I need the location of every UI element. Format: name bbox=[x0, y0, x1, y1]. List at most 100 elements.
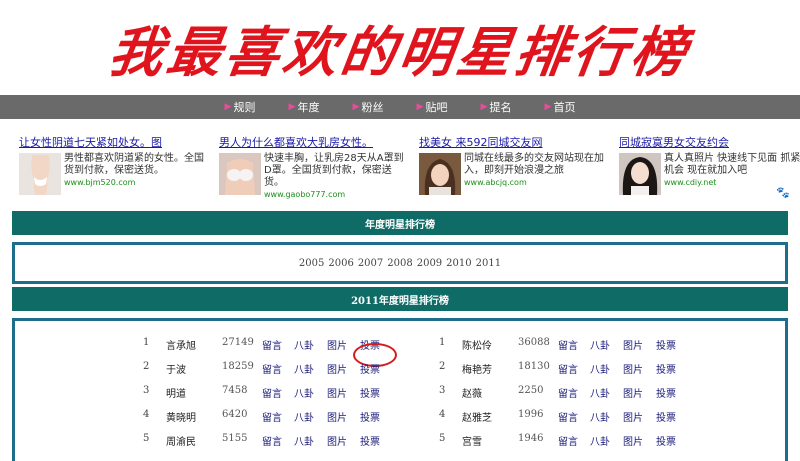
message-link[interactable]: 留言 bbox=[558, 337, 578, 352]
nav-label: 贴吧 bbox=[425, 101, 448, 114]
photos-link[interactable]: 图片 bbox=[623, 337, 643, 352]
main-nav: ▶ 规则 ▶ 年度 ▶ 粉丝 ▶ 贴吧 ▶ 提名 ▶ 首页 bbox=[0, 95, 800, 119]
year-link-2011[interactable]: 2011 bbox=[476, 258, 501, 269]
photos-link[interactable]: 图片 bbox=[327, 409, 347, 424]
star-name: 言承旭 bbox=[166, 341, 196, 352]
gossip-link[interactable]: 八卦 bbox=[294, 433, 314, 448]
ad-strip: 让女性阴道七天紧如处女。图 男性都喜欢阴道紧的女性。全国货到付款，保密送货。 w… bbox=[0, 134, 800, 199]
banner-title: 我最喜欢的明星排行榜 bbox=[104, 19, 694, 84]
ad-description: 真人真照片 快速线下见面 抓紧机会 现在就加入吧 bbox=[664, 153, 800, 176]
nav-item-home[interactable]: ▶ 首页 bbox=[528, 99, 592, 115]
gossip-link[interactable]: 八卦 bbox=[590, 385, 610, 400]
year-link-2005[interactable]: 2005 bbox=[299, 258, 324, 269]
ad-title-link[interactable]: 男人为什么都喜欢大乳房女性。 bbox=[219, 134, 409, 150]
vote-link[interactable]: 投票 bbox=[360, 433, 380, 448]
ad-unit[interactable]: 男人为什么都喜欢大乳房女性。 快速丰胸，让乳房28天从A罩到D罩。全国货到付款，… bbox=[219, 134, 409, 199]
rank-number: 3 bbox=[143, 385, 150, 396]
year-link-2006[interactable]: 2006 bbox=[328, 258, 353, 269]
message-link[interactable]: 留言 bbox=[558, 385, 578, 400]
ranking-column-right: 1 陈松伶 36088 留言 八卦 图片 投票 2 梅艳芳 18130 留言 八卦 图片 投票 3 赵薇 225… bbox=[439, 331, 739, 451]
gossip-link[interactable]: 八卦 bbox=[590, 409, 610, 424]
photos-link[interactable]: 图片 bbox=[623, 409, 643, 424]
gossip-link[interactable]: 八卦 bbox=[590, 433, 610, 448]
vote-link[interactable]: 投票 bbox=[353, 337, 397, 367]
message-link[interactable]: 留言 bbox=[558, 409, 578, 424]
photos-link[interactable]: 图片 bbox=[623, 433, 643, 448]
star-name: 周渝民 bbox=[166, 437, 196, 448]
photos-link[interactable]: 图片 bbox=[327, 337, 347, 352]
ad-thumbnail-image[interactable] bbox=[619, 153, 661, 195]
ranking-row: 3 明道 7458 留言 八卦 图片 投票 bbox=[143, 379, 443, 403]
message-link[interactable]: 留言 bbox=[262, 361, 282, 376]
ranking-row: 3 赵薇 2250 留言 八卦 图片 投票 bbox=[439, 379, 739, 403]
nav-label: 年度 bbox=[297, 101, 320, 114]
year-link-2009[interactable]: 2009 bbox=[417, 258, 442, 269]
nav-label: 粉丝 bbox=[361, 101, 384, 114]
nav-item-annual[interactable]: ▶ 年度 bbox=[272, 99, 336, 115]
gossip-link[interactable]: 八卦 bbox=[294, 385, 314, 400]
photos-link[interactable]: 图片 bbox=[327, 385, 347, 400]
site-banner: 我最喜欢的明星排行榜 bbox=[0, 0, 800, 94]
ad-title-link[interactable]: 让女性阴道七天紧如处女。图 bbox=[19, 134, 209, 150]
message-link[interactable]: 留言 bbox=[262, 409, 282, 424]
gossip-link[interactable]: 八卦 bbox=[590, 361, 610, 376]
message-link[interactable]: 留言 bbox=[262, 385, 282, 400]
ad-thumbnail-image[interactable] bbox=[19, 153, 61, 195]
star-name: 明道 bbox=[166, 389, 186, 400]
message-link[interactable]: 留言 bbox=[558, 433, 578, 448]
year-link-2008[interactable]: 2008 bbox=[387, 258, 412, 269]
vote-count: 2250 bbox=[518, 385, 544, 396]
arrow-icon: ▶ bbox=[544, 102, 552, 112]
ad-title-link[interactable]: 同城寂寞男女交友约会 bbox=[619, 134, 800, 150]
nav-item-nominate[interactable]: ▶ 提名 bbox=[464, 99, 528, 115]
nav-item-fans[interactable]: ▶ 粉丝 bbox=[336, 99, 400, 115]
message-link[interactable]: 留言 bbox=[262, 433, 282, 448]
rank-number: 1 bbox=[439, 337, 446, 348]
photos-link[interactable]: 图片 bbox=[623, 361, 643, 376]
ad-thumbnail-image[interactable] bbox=[219, 153, 261, 195]
photos-link[interactable]: 图片 bbox=[327, 433, 347, 448]
photos-link[interactable]: 图片 bbox=[623, 385, 643, 400]
ad-title-link[interactable]: 找美女 来592同城交友网 bbox=[419, 134, 609, 150]
vote-link[interactable]: 投票 bbox=[656, 385, 676, 400]
year-link-2007[interactable]: 2007 bbox=[358, 258, 383, 269]
message-link[interactable]: 留言 bbox=[262, 337, 282, 352]
vote-count: 1996 bbox=[518, 409, 544, 420]
vote-link[interactable]: 投票 bbox=[656, 361, 676, 376]
message-link[interactable]: 留言 bbox=[558, 361, 578, 376]
nav-item-forum[interactable]: ▶ 贴吧 bbox=[400, 99, 464, 115]
ranking-row: 2 梅艳芳 18130 留言 八卦 图片 投票 bbox=[439, 355, 739, 379]
vote-link[interactable]: 投票 bbox=[656, 409, 676, 424]
ranking-row: 2 于波 18259 留言 八卦 图片 投票 bbox=[143, 355, 443, 379]
paw-icon[interactable]: 🐾 bbox=[776, 186, 790, 199]
ranking-row: 1 陈松伶 36088 留言 八卦 图片 投票 bbox=[439, 331, 739, 355]
vote-link[interactable]: 投票 bbox=[656, 433, 676, 448]
ad-url[interactable]: www.abcjq.com bbox=[464, 178, 609, 187]
gossip-link[interactable]: 八卦 bbox=[590, 337, 610, 352]
rank-number: 1 bbox=[143, 337, 150, 348]
nav-label: 首页 bbox=[553, 101, 576, 114]
vote-count: 18130 bbox=[518, 361, 550, 372]
vote-link[interactable]: 投票 bbox=[656, 337, 676, 352]
gossip-link[interactable]: 八卦 bbox=[294, 361, 314, 376]
rank-number: 4 bbox=[439, 409, 446, 420]
ad-unit[interactable]: 让女性阴道七天紧如处女。图 男性都喜欢阴道紧的女性。全国货到付款，保密送货。 w… bbox=[19, 134, 209, 196]
gossip-link[interactable]: 八卦 bbox=[294, 337, 314, 352]
year-links: 2005 2006 2007 2008 2009 2010 2011 bbox=[15, 245, 785, 281]
ad-unit[interactable]: 找美女 来592同城交友网 同城在线最多的交友网站现在加入，即刻开始浪漫之旅 w… bbox=[419, 134, 609, 196]
year-link-2010[interactable]: 2010 bbox=[446, 258, 471, 269]
vote-link[interactable]: 投票 bbox=[360, 409, 380, 424]
photos-link[interactable]: 图片 bbox=[327, 361, 347, 376]
arrow-icon: ▶ bbox=[352, 102, 360, 112]
annual-ranking-header: 年度明星排行榜 bbox=[12, 211, 788, 235]
vote-link[interactable]: 投票 bbox=[360, 385, 380, 400]
vote-link[interactable]: 投票 bbox=[360, 361, 380, 376]
nav-item-rules[interactable]: ▶ 规则 bbox=[208, 99, 272, 115]
ad-description: 男性都喜欢阴道紧的女性。全国货到付款，保密送货。 bbox=[64, 153, 204, 176]
ad-url[interactable]: www.gaobo777.com bbox=[264, 190, 409, 199]
ad-url[interactable]: www.bjm520.com bbox=[64, 178, 209, 187]
ad-unit[interactable]: 同城寂寞男女交友约会 真人真照片 快速线下见面 抓紧机会 现在就加入吧 www.… bbox=[619, 134, 800, 196]
ad-thumbnail-image[interactable] bbox=[419, 153, 461, 195]
ranking-column-left: 1 言承旭 27149 留言 八卦 图片 投票 2 于波 18259 留言 八卦 图片 投票 3 明道 7458… bbox=[143, 331, 443, 451]
gossip-link[interactable]: 八卦 bbox=[294, 409, 314, 424]
